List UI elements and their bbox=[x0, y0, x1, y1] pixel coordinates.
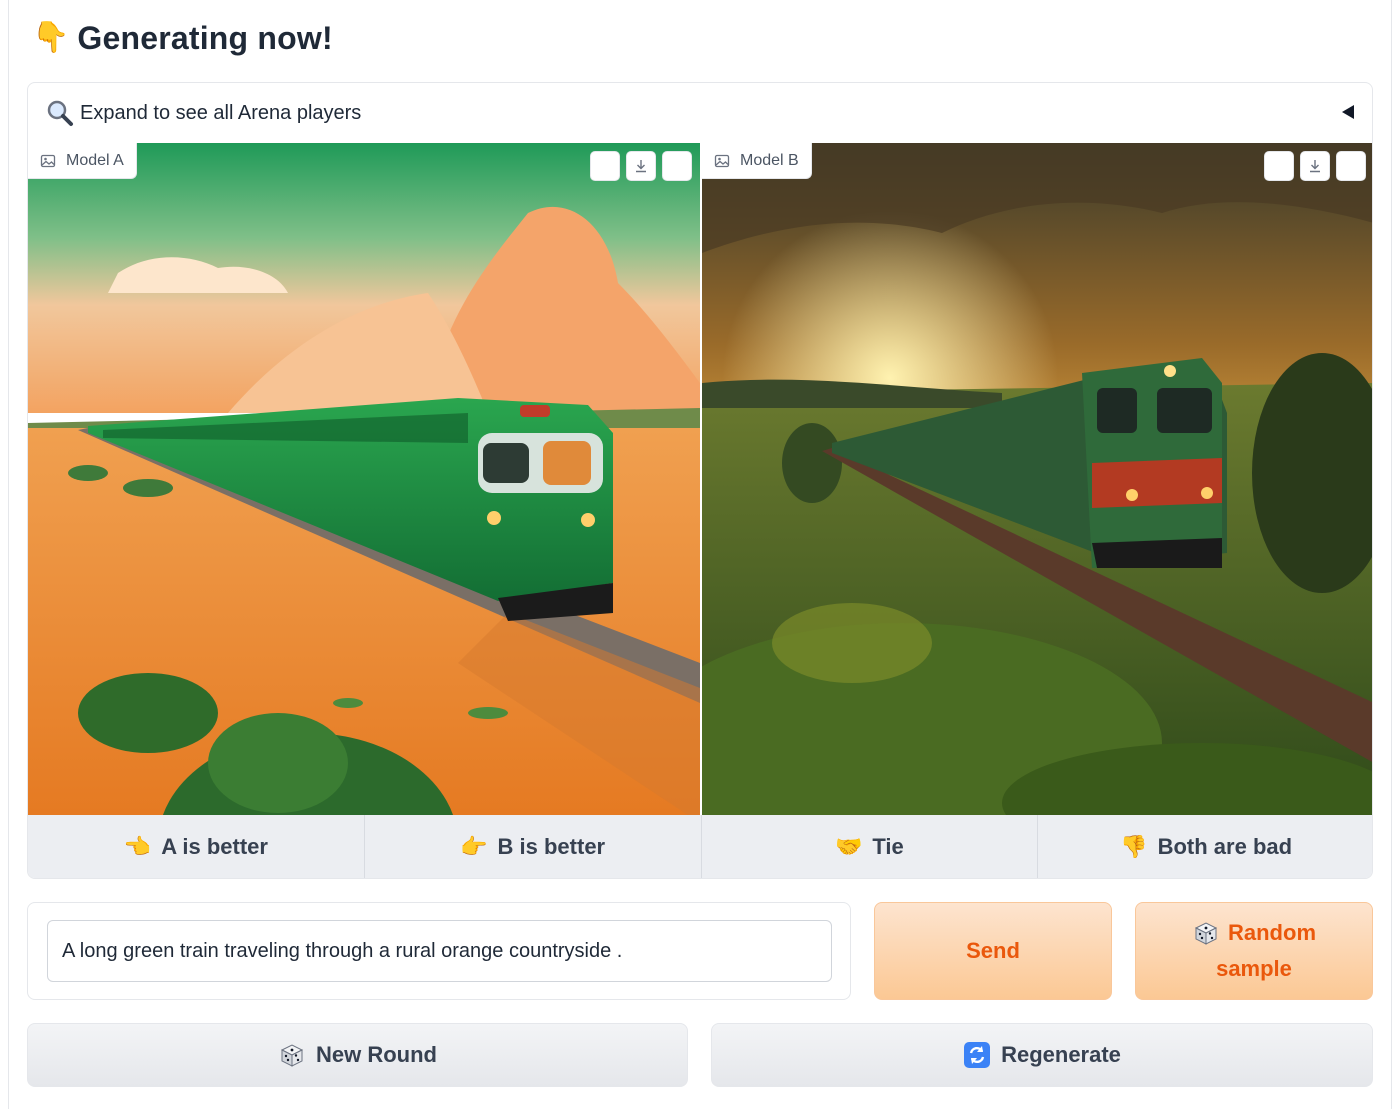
model-a-label-text: Model A bbox=[66, 151, 124, 169]
model-b-label-text: Model B bbox=[740, 151, 799, 169]
new-round-button[interactable]: New Round bbox=[27, 1023, 688, 1087]
pointing-down-icon: 👇 bbox=[32, 20, 70, 55]
model-a-label: Model A bbox=[28, 143, 137, 179]
regenerate-label: Regenerate bbox=[1001, 1042, 1121, 1067]
vote-label: B is better bbox=[497, 834, 606, 859]
model-b-image bbox=[702, 143, 1372, 815]
arena-players-accordion[interactable]: Expand to see all Arena players bbox=[28, 83, 1372, 143]
download-button[interactable] bbox=[1300, 151, 1330, 181]
a-is-better-button[interactable]: 👈 A is better bbox=[28, 815, 365, 878]
right-border bbox=[1391, 0, 1392, 1109]
prompt-input[interactable]: A long green train traveling through a r… bbox=[47, 920, 832, 982]
tie-button[interactable]: 🤝 Tie bbox=[701, 815, 1039, 878]
random-label-line2: sample bbox=[1216, 956, 1292, 981]
model-b-toolbar bbox=[1264, 151, 1366, 181]
vote-label: A is better bbox=[161, 834, 268, 859]
both-are-bad-button[interactable]: 👎 Both are bad bbox=[1038, 815, 1372, 878]
accordion-label: Expand to see all Arena players bbox=[80, 101, 362, 124]
blank-tool-button[interactable] bbox=[1264, 151, 1294, 181]
send-button[interactable]: Send bbox=[874, 902, 1112, 1000]
new-round-label: New Round bbox=[316, 1042, 437, 1067]
thumbs-down-icon: 👎 bbox=[1120, 834, 1148, 860]
blank-tool-button[interactable] bbox=[662, 151, 692, 181]
b-is-better-button[interactable]: 👉 B is better bbox=[364, 815, 702, 878]
vote-bar: 👈 A is better 👉 B is better 🤝 Tie 👎 Both… bbox=[28, 815, 1372, 878]
arena-block: Expand to see all Arena players Model A … bbox=[27, 82, 1373, 879]
model-a-toolbar bbox=[590, 151, 692, 181]
vote-label: Tie bbox=[872, 834, 904, 859]
refresh-icon bbox=[964, 1042, 991, 1068]
regenerate-button[interactable]: Regenerate bbox=[711, 1023, 1373, 1087]
image-icon bbox=[40, 154, 56, 167]
prompt-container: A long green train traveling through a r… bbox=[27, 902, 851, 1000]
pointing-left-icon: 👈 bbox=[123, 834, 152, 860]
image-icon bbox=[714, 154, 730, 167]
random-label-line1: Random bbox=[1228, 920, 1316, 945]
magnifier-icon bbox=[46, 99, 74, 127]
model-a-panel: Model A bbox=[28, 143, 700, 815]
download-icon bbox=[1310, 160, 1320, 173]
dice-icon bbox=[280, 1044, 304, 1067]
model-b-panel: Model B bbox=[702, 143, 1372, 815]
page-title: Generating now! bbox=[77, 19, 333, 56]
model-b-label: Model B bbox=[702, 143, 812, 179]
handshake-icon: 🤝 bbox=[834, 834, 863, 860]
dice-icon bbox=[1194, 922, 1218, 945]
random-sample-button[interactable]: Random sample bbox=[1135, 902, 1373, 1000]
model-a-image bbox=[28, 143, 700, 815]
blank-tool-button[interactable] bbox=[590, 151, 620, 181]
download-button[interactable] bbox=[626, 151, 656, 181]
download-icon bbox=[636, 160, 646, 173]
blank-tool-button[interactable] bbox=[1336, 151, 1366, 181]
image-comparison: Model A Model B bbox=[28, 143, 1372, 815]
page-heading: 👇 Generating now! bbox=[32, 16, 333, 60]
pointing-right-icon: 👉 bbox=[460, 834, 488, 860]
left-border bbox=[8, 0, 9, 1109]
vote-label: Both are bad bbox=[1157, 834, 1293, 859]
caret-left-icon[interactable] bbox=[1342, 105, 1354, 119]
